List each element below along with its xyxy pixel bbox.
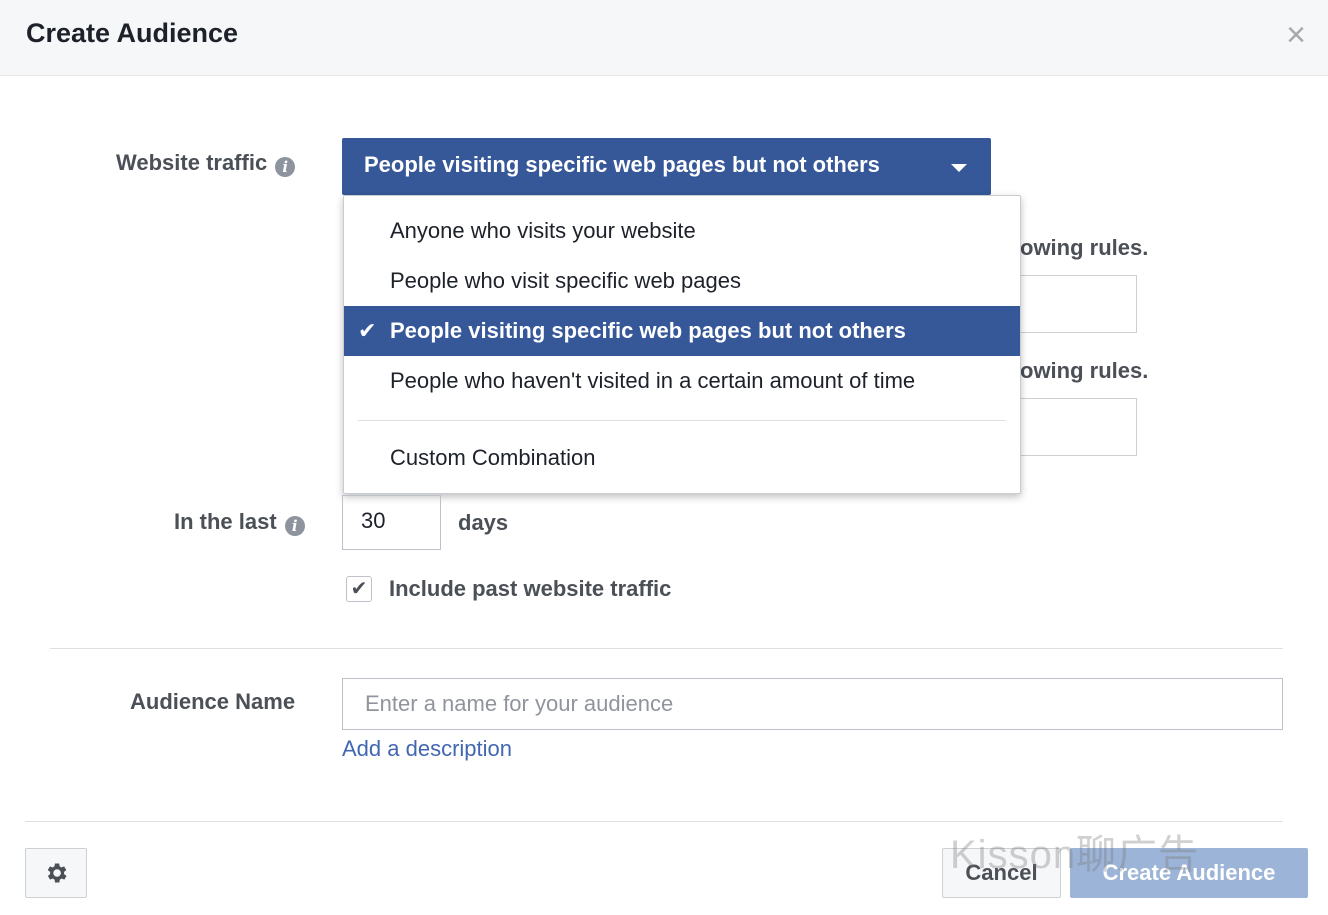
option-label: People who visit specific web pages xyxy=(390,268,741,293)
rules-text-1: owing rules. xyxy=(1020,235,1149,260)
option-label: People who haven't visited in a certain … xyxy=(390,368,916,393)
audience-name-input[interactable] xyxy=(342,678,1283,730)
in-the-last-label: In the last i xyxy=(174,509,305,536)
website-traffic-select[interactable]: People visiting specific web pages but n… xyxy=(342,138,991,195)
website-traffic-label-text: Website traffic xyxy=(116,150,268,175)
option-label: Anyone who visits your website xyxy=(390,218,696,243)
caret-down-icon xyxy=(951,164,967,172)
option-specific-pages[interactable]: People who visit specific web pages xyxy=(344,256,1020,306)
days-unit-label: days xyxy=(458,510,509,535)
gear-icon xyxy=(47,863,67,883)
include-past-label: Include past website traffic xyxy=(389,576,672,601)
dialog-title: Create Audience xyxy=(26,18,239,48)
dropdown-divider xyxy=(358,420,1006,421)
in-the-last-label-text: In the last xyxy=(174,509,277,534)
checkmark-icon: ✔ xyxy=(358,318,377,343)
dialog-header: Create Audience × xyxy=(0,0,1328,76)
option-havent-visited[interactable]: People who haven't visited in a certain … xyxy=(344,356,1020,406)
website-traffic-dropdown: Anyone who visits your website People wh… xyxy=(343,195,1021,494)
option-custom-combination[interactable]: Custom Combination xyxy=(344,433,1020,483)
option-label: People visiting specific web pages but n… xyxy=(390,318,906,343)
days-input[interactable]: 30 xyxy=(342,495,441,550)
section-divider xyxy=(50,648,1283,649)
website-traffic-label: Website traffic i xyxy=(116,150,326,177)
close-icon[interactable]: × xyxy=(1280,18,1312,52)
info-icon[interactable]: i xyxy=(284,516,305,536)
option-label: Custom Combination xyxy=(390,445,596,470)
include-past-checkbox[interactable]: ✔ xyxy=(346,576,372,602)
add-description-link[interactable]: Add a description xyxy=(342,736,512,762)
option-specific-pages-not-others[interactable]: ✔ People visiting specific web pages but… xyxy=(344,306,1020,356)
rules-text-2: owing rules. xyxy=(1020,358,1149,383)
settings-button[interactable] xyxy=(25,848,87,898)
option-anyone-visits[interactable]: Anyone who visits your website xyxy=(344,206,1020,256)
rule-input-2[interactable] xyxy=(1010,398,1137,456)
watermark: Kisson聊广告 xyxy=(950,833,1200,877)
audience-name-label: Audience Name xyxy=(130,689,296,714)
website-traffic-selected: People visiting specific web pages but n… xyxy=(364,152,880,177)
info-icon[interactable]: i xyxy=(275,157,296,177)
rule-input-1[interactable] xyxy=(1010,275,1137,333)
